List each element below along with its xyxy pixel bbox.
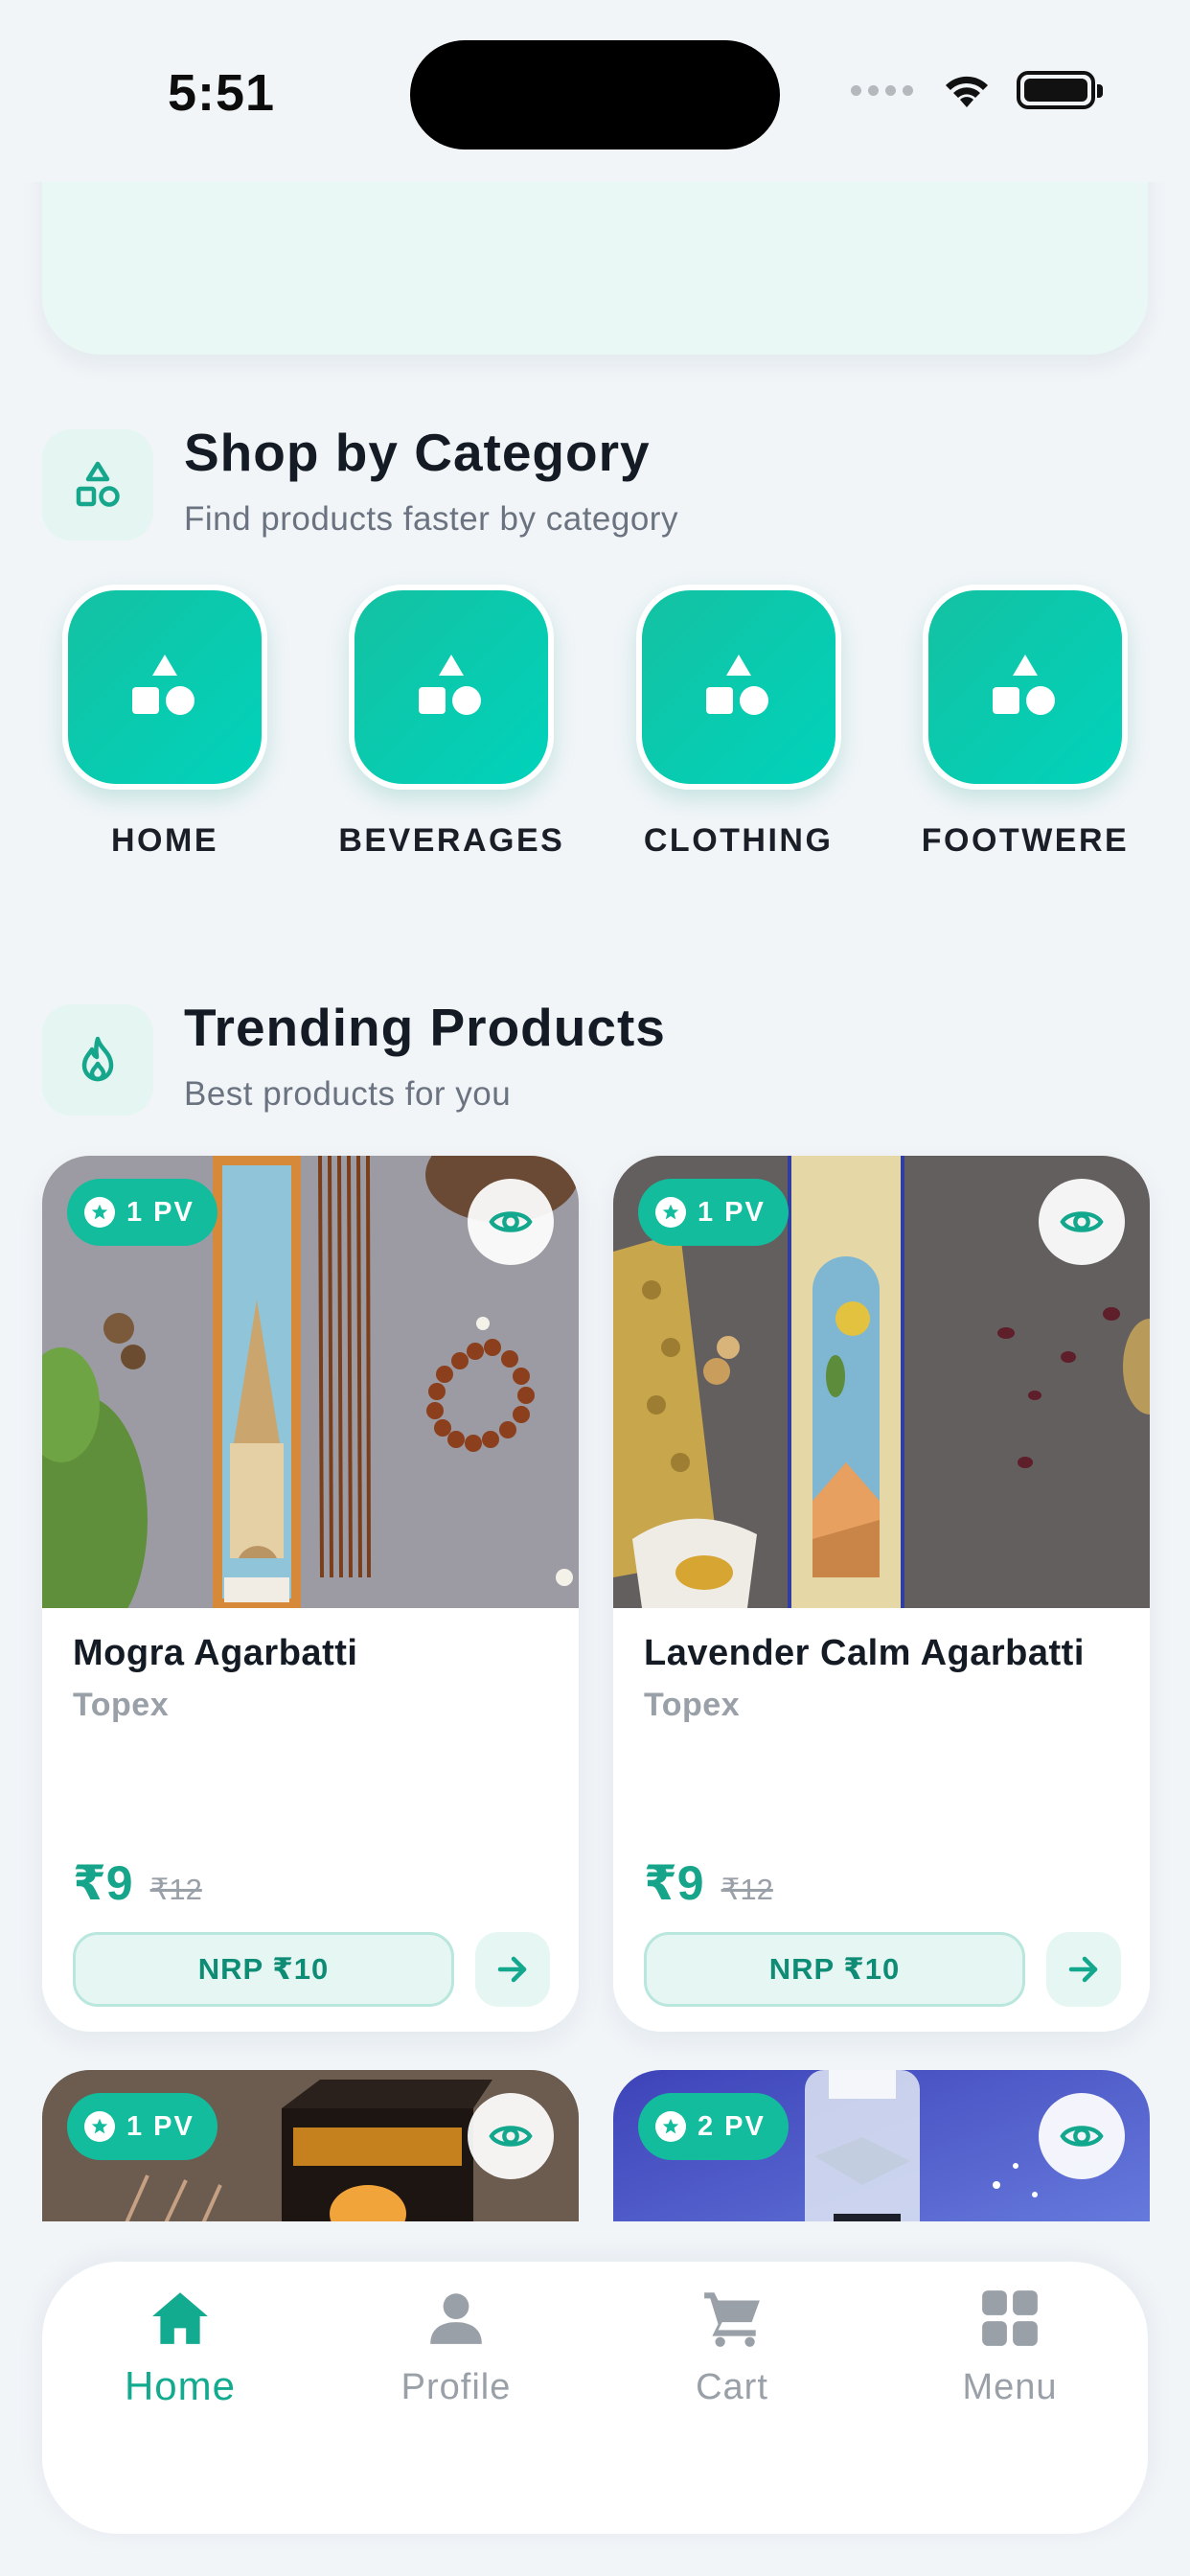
- category-home[interactable]: HOME: [59, 585, 270, 872]
- flame-icon: [42, 1004, 153, 1116]
- price-row: ₹9 ₹12: [73, 1855, 202, 1911]
- nrp-button[interactable]: NRP ₹10: [73, 1932, 454, 2007]
- nav-menu[interactable]: Menu: [904, 2287, 1115, 2408]
- nav-label: Home: [124, 2363, 237, 2408]
- quick-view-button[interactable]: [1039, 2093, 1125, 2179]
- section-title: Shop by Category: [184, 423, 651, 482]
- category-section-header: Shop by Category Find products faster by…: [42, 422, 1148, 556]
- nav-label: Profile: [400, 2367, 512, 2407]
- eye-icon: [1060, 2126, 1104, 2147]
- shapes-icon: [42, 429, 153, 540]
- product-mrp: ₹12: [149, 1873, 202, 1906]
- section-subtitle: Find products faster by category: [184, 500, 678, 538]
- star-icon: [84, 1197, 115, 1228]
- open-product-button[interactable]: [1046, 1932, 1121, 2007]
- grid-icon: [982, 2290, 1038, 2346]
- quick-view-button[interactable]: [1039, 1179, 1125, 1265]
- product-card[interactable]: 1 PV Lavender Calm Agarbatti Topex ₹9 ₹1…: [613, 1156, 1150, 2032]
- open-product-button[interactable]: [475, 1932, 550, 2007]
- star-icon: [84, 2111, 115, 2142]
- nav-label: Menu: [962, 2367, 1058, 2407]
- eye-icon: [489, 1211, 533, 1232]
- quick-view-button[interactable]: [468, 2093, 554, 2179]
- product-card[interactable]: 1 PV Mogra Agarbatti Topex ₹9 ₹12 NRP ₹1…: [42, 1156, 579, 2032]
- cart-icon: [704, 2292, 760, 2347]
- wifi-icon: [946, 76, 988, 107]
- shapes-icon: [419, 655, 482, 715]
- shapes-icon: [992, 655, 1055, 715]
- arrow-right-icon: [497, 1956, 527, 1983]
- person-icon: [430, 2293, 482, 2344]
- product-price: ₹9: [644, 1856, 704, 1910]
- category-footwere[interactable]: FOOTWERE: [920, 585, 1131, 872]
- product-image[interactable]: 1 PV: [613, 1156, 1150, 1608]
- nav-profile[interactable]: Profile: [351, 2287, 561, 2408]
- category-label: BEVERAGES: [338, 822, 565, 859]
- category-tile[interactable]: [62, 585, 267, 790]
- nav-label: Cart: [696, 2367, 768, 2407]
- product-name: Mogra Agarbatti: [73, 1633, 358, 1673]
- battery-icon: [1017, 71, 1103, 109]
- star-icon: [655, 2111, 686, 2142]
- category-label: FOOTWERE: [921, 822, 1130, 859]
- pv-badge: 1 PV: [638, 1179, 789, 1246]
- status-time: 5:51: [168, 64, 276, 122]
- pv-badge: 1 PV: [67, 1179, 217, 1246]
- status-indicators: [851, 71, 1103, 109]
- product-price: ₹9: [73, 1856, 133, 1910]
- product-name: Lavender Calm Agarbatti: [644, 1633, 1085, 1673]
- category-beverages[interactable]: BEVERAGES: [338, 585, 562, 872]
- status-bar: 5:51: [0, 0, 1190, 182]
- category-label: HOME: [111, 822, 218, 859]
- product-brand: Topex: [73, 1687, 170, 1723]
- shapes-icon: [705, 655, 768, 715]
- category-tile[interactable]: [922, 585, 1128, 790]
- star-icon: [655, 1197, 686, 1228]
- pv-label: 1 PV: [126, 2110, 195, 2142]
- product-info: Lavender Calm Agarbatti Topex ₹9 ₹12 NRP…: [613, 1608, 1150, 2032]
- category-list: HOME BEVERAGES CLOTHING FOOTWERE: [59, 585, 1131, 872]
- category-tile[interactable]: [349, 585, 555, 790]
- dynamic-island: [410, 40, 780, 150]
- product-image[interactable]: 1 PV: [42, 1156, 579, 1608]
- pv-label: 1 PV: [698, 1196, 766, 1228]
- pv-badge: 2 PV: [638, 2093, 789, 2160]
- category-tile[interactable]: [635, 585, 841, 790]
- pv-label: 1 PV: [126, 1196, 195, 1228]
- bottom-nav: Home Profile Cart Menu: [42, 2262, 1148, 2534]
- category-label: CLOTHING: [643, 822, 834, 859]
- price-row: ₹9 ₹12: [644, 1855, 773, 1911]
- eye-icon: [489, 2126, 533, 2147]
- eye-icon: [1060, 1211, 1104, 1232]
- nrp-button[interactable]: NRP ₹10: [644, 1932, 1025, 2007]
- cellular-signal-icon: [851, 84, 913, 96]
- home-icon: [152, 2292, 208, 2344]
- product-info: Mogra Agarbatti Topex ₹9 ₹12 NRP ₹10: [42, 1608, 579, 2032]
- quick-view-button[interactable]: [468, 1179, 554, 1265]
- section-subtitle: Best products for you: [184, 1075, 512, 1113]
- trending-section-header: Trending Products Best products for you: [42, 997, 1148, 1131]
- product-mrp: ₹12: [721, 1873, 773, 1906]
- section-title: Trending Products: [184, 998, 666, 1057]
- product-brand: Topex: [644, 1687, 741, 1723]
- pv-badge: 1 PV: [67, 2093, 217, 2160]
- arrow-right-icon: [1068, 1956, 1098, 1983]
- nav-cart[interactable]: Cart: [627, 2287, 837, 2408]
- category-clothing[interactable]: CLOTHING: [633, 585, 844, 872]
- nav-home[interactable]: Home: [75, 2287, 286, 2409]
- pv-label: 2 PV: [698, 2110, 766, 2142]
- shapes-icon: [132, 655, 195, 715]
